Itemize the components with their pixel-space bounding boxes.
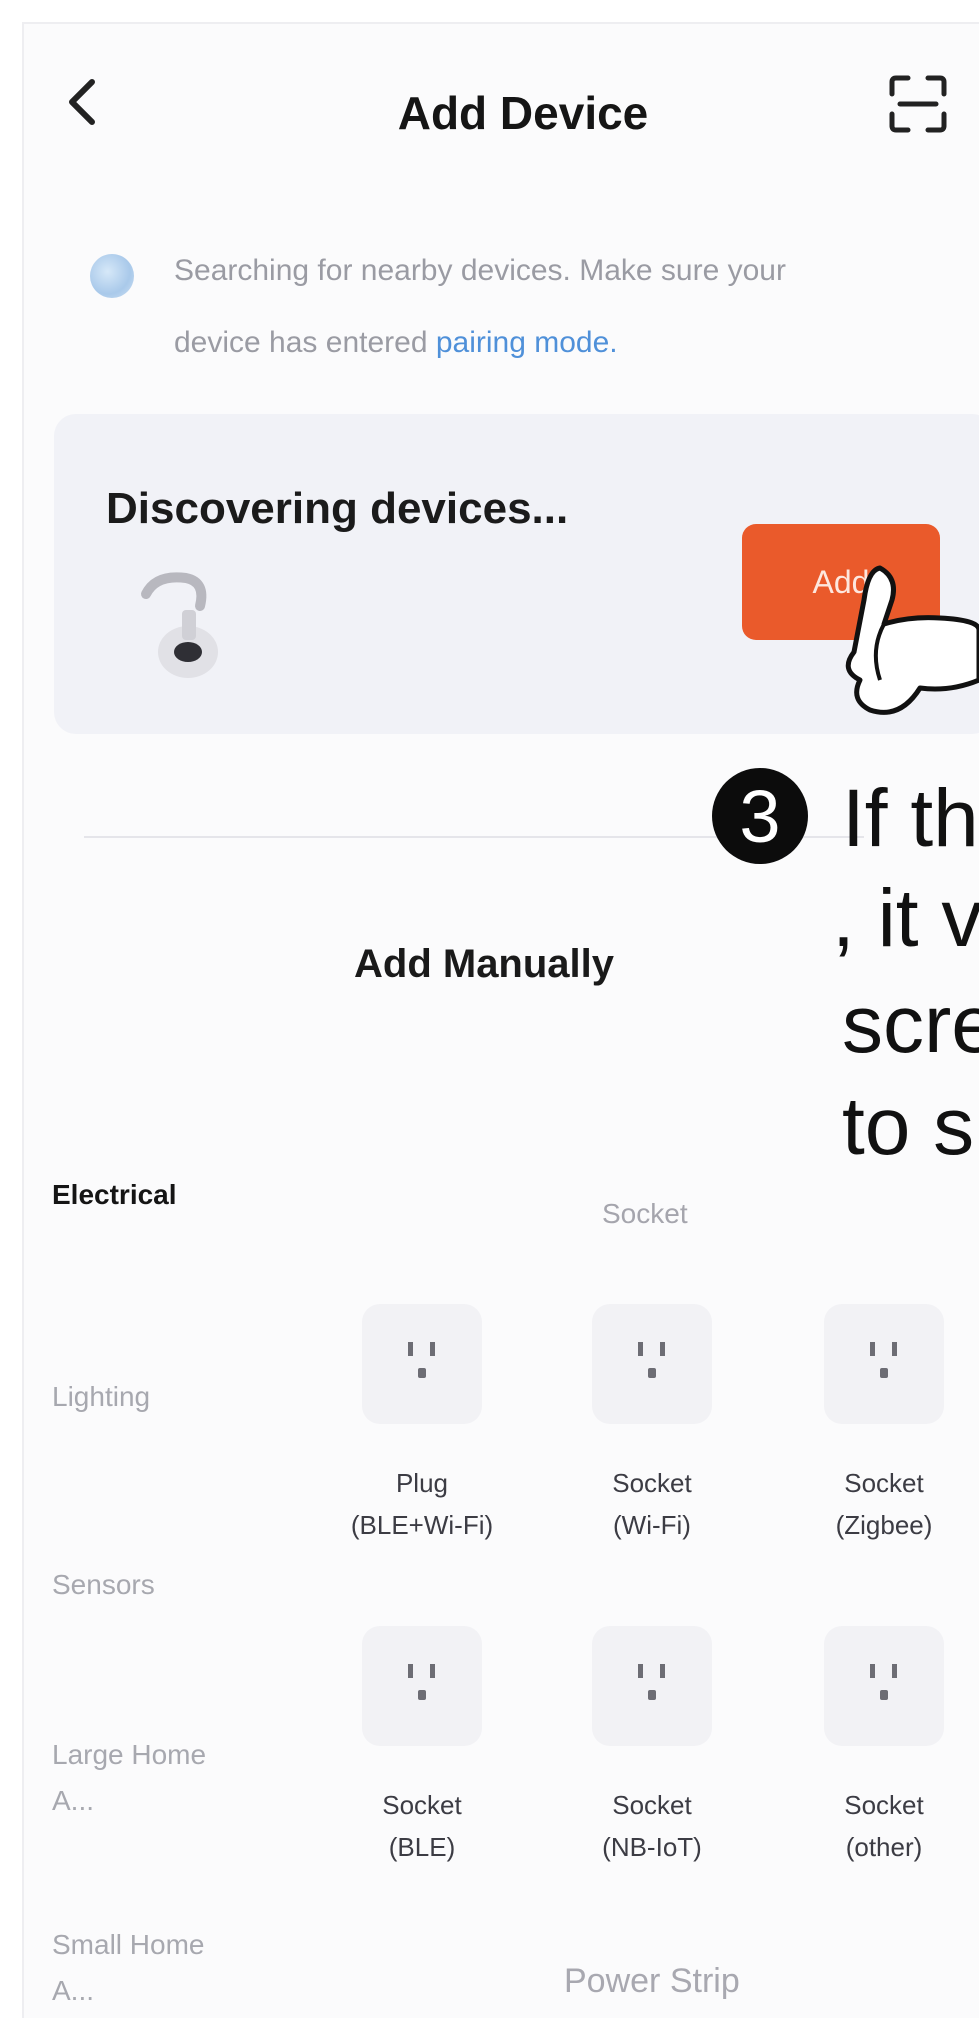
socket-icon — [362, 1304, 482, 1424]
device-tile-socket-wifi[interactable]: Socket (Wi-Fi) — [562, 1304, 742, 1564]
section-title-socket: Socket — [602, 1198, 688, 1229]
notice-text-prefix: device has entered — [174, 326, 436, 359]
category-small-home-appliances[interactable]: Small Home A... — [52, 1922, 232, 2014]
discovery-card: Discovering devices... Add — [54, 414, 979, 734]
add-manually-heading: Add Manually — [354, 942, 615, 986]
category-lighting[interactable]: Lighting — [52, 1374, 252, 1420]
add-device-button[interactable]: Add — [742, 524, 940, 640]
scan-icon — [889, 75, 947, 133]
socket-icon — [824, 1626, 944, 1746]
device-tile-label: Plug (BLE+Wi-Fi) — [350, 1468, 494, 1540]
device-tile-label: Socket (Zigbee) — [835, 1468, 933, 1540]
socket-icon — [592, 1304, 712, 1424]
device-tile-socket-nbiot[interactable]: Socket (NB-IoT) — [562, 1626, 742, 1886]
category-electrical[interactable]: Electrical — [52, 1172, 252, 1218]
app-screen: Add Device Searching for nearby devices.… — [22, 22, 979, 2018]
socket-icon — [592, 1626, 712, 1746]
device-tile-label: Socket (Wi-Fi) — [612, 1468, 692, 1540]
category-sensors[interactable]: Sensors — [52, 1562, 252, 1608]
pairing-mode-link[interactable]: pairing mode. — [436, 326, 618, 359]
header: Add Device — [24, 24, 979, 164]
device-tile-label: Socket (BLE) — [382, 1790, 462, 1862]
socket-icon — [362, 1626, 482, 1746]
searching-spinner-icon — [90, 254, 134, 298]
notice-text-line-2: device has entered pairing mode. — [174, 326, 618, 360]
category-large-home-appliances[interactable]: Large Home A... — [52, 1732, 232, 1824]
section-divider — [84, 836, 864, 838]
device-tile-socket-ble[interactable]: Socket (BLE) — [332, 1626, 512, 1886]
device-tile-socket-other[interactable]: Socket (other) — [794, 1626, 974, 1886]
socket-icon — [824, 1304, 944, 1424]
device-tile-socket-zigbee[interactable]: Socket (Zigbee) — [794, 1304, 974, 1564]
device-tile-label: Socket (other) — [844, 1790, 924, 1862]
section-title-power-strip: Power Strip — [564, 1962, 740, 2000]
scan-button[interactable] — [886, 72, 950, 136]
device-tile-label: Socket (NB-IoT) — [602, 1790, 702, 1862]
discovery-title: Discovering devices... — [106, 484, 569, 533]
device-tile-plug-ble-wifi[interactable]: Plug (BLE+Wi-Fi) — [332, 1304, 512, 1564]
notice-text-line-1: Searching for nearby devices. Make sure … — [174, 254, 786, 287]
page-title: Add Device — [397, 87, 649, 139]
device-thumbnail-icon — [141, 572, 218, 678]
